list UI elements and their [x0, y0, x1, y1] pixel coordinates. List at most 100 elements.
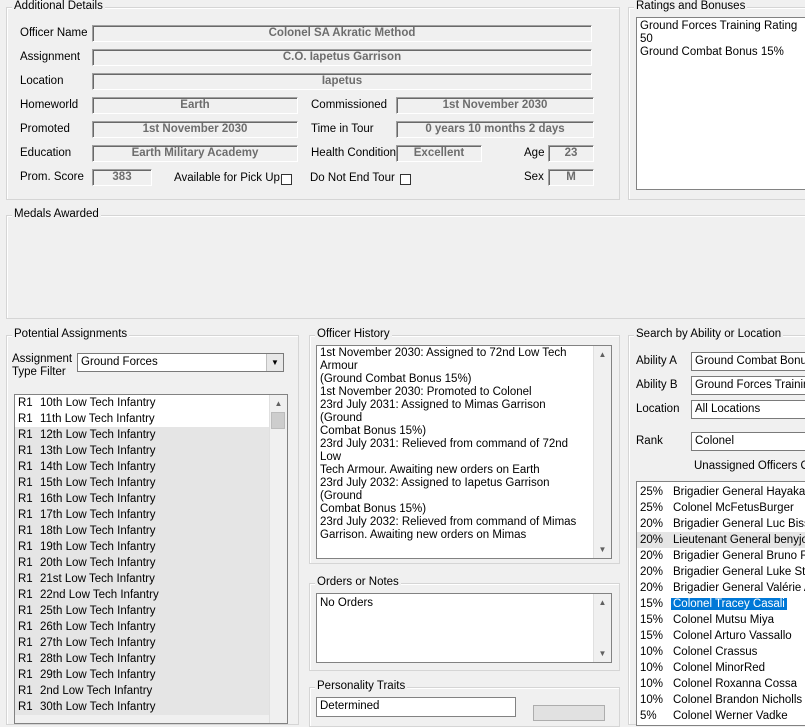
officer-name: Brigadier General Hayakawa [673, 486, 805, 498]
assignment-code: R1 [18, 669, 33, 681]
officer-name: Colonel Mutsu Miya [673, 614, 774, 626]
officer-ability-pct: 5% [640, 710, 657, 722]
age-field: 23 [548, 145, 594, 162]
officer-ability-pct: 20% [640, 566, 664, 578]
potential-assignments-list[interactable]: R1 10th Low Tech Infantry R1 11th Low Tech … [14, 394, 288, 724]
assignment-type-filter-select[interactable]: Ground Forces ▼ [77, 353, 284, 372]
medals-group: Medals Awarded [6, 208, 805, 319]
assignment-name: 27th Low Tech Infantry [40, 637, 156, 649]
additional-details-legend: Additional Details [12, 0, 105, 12]
officer-list-item[interactable]: 15% Colonel Mutsu Miya [637, 612, 805, 628]
assignment-name: 12th Low Tech Infantry [40, 429, 156, 441]
ratings-line: Ground Forces Training Rating 50 [640, 20, 798, 45]
officer-list-item[interactable]: 20% Brigadier General Luc Bisson [637, 516, 805, 532]
assignment-list-item[interactable]: R1 20th Low Tech Infantry [15, 555, 270, 571]
assignment-list-item[interactable]: R1 21st Low Tech Infantry [15, 571, 270, 587]
personality-trait: Determined [320, 700, 380, 712]
assignment-name: 29th Low Tech Infantry [40, 669, 156, 681]
prom-score-field: 383 [92, 169, 152, 186]
officer-history-legend: Officer History [315, 328, 392, 340]
officer-list-item[interactable]: 10% Colonel MinorRed [637, 660, 805, 676]
assignment-list-item[interactable]: R1 10th Low Tech Infantry [15, 395, 270, 411]
scroll-thumb[interactable] [271, 412, 285, 429]
assignment-list-item[interactable]: R1 18th Low Tech Infantry [15, 523, 270, 539]
assignment-list-item[interactable]: R1 12th Low Tech Infantry [15, 427, 270, 443]
personality-list[interactable]: Determined [316, 697, 516, 717]
assignment-list-item[interactable]: R1 25th Low Tech Infantry [15, 603, 270, 619]
ratings-textbox[interactable]: Ground Forces Training Rating 50 Ground … [636, 17, 805, 190]
age-label: Age [524, 147, 545, 159]
officer-list-item[interactable]: 20% Lieutenant General benyjon [637, 532, 805, 548]
assignment-list-item[interactable]: R1 2nd Low Tech Infantry [15, 683, 270, 699]
officer-name: Colonel Tracey Casali [671, 598, 787, 610]
assignment-list-item[interactable]: R1 22nd Low Tech Infantry [15, 587, 270, 603]
officer-name: Brigadier General Bruno Ro [673, 550, 805, 562]
officer-ability-pct: 10% [640, 646, 664, 658]
assignment-list-item[interactable]: R1 26th Low Tech Infantry [15, 619, 270, 635]
officer-list-item[interactable]: 20% Brigadier General Bruno Ro [637, 548, 805, 564]
assignment-list-item[interactable]: R1 13th Low Tech Infantry [15, 443, 270, 459]
officer-list-item[interactable]: 25% Colonel McFetusBurger [637, 500, 805, 516]
orders-scrollbar[interactable]: ▲ ▼ [593, 594, 611, 662]
officer-list-item[interactable]: 10% Colonel Crassus [637, 644, 805, 660]
not-end-tour-checkbox[interactable] [400, 174, 411, 185]
assignment-code: R1 [18, 477, 33, 489]
officer-name: Colonel Brandon Nicholls [673, 694, 803, 706]
scroll-up-arrow-icon[interactable]: ▲ [594, 346, 611, 363]
officer-name: Colonel McFetusBurger [673, 502, 794, 514]
officer-name: Lieutenant General benyjon [673, 534, 805, 546]
assignment-name: 13th Low Tech Infantry [40, 445, 156, 457]
officer-list-item[interactable]: 25% Brigadier General Hayakawa [637, 484, 805, 500]
assignment-list-item[interactable]: R1 14th Low Tech Infantry [15, 459, 270, 475]
assignment-list-item[interactable]: R1 28th Low Tech Infantry [15, 651, 270, 667]
assignment-list-item[interactable]: R1 11th Low Tech Infantry [15, 411, 270, 427]
officer-list-item[interactable]: 15% Colonel Arturo Vassallo [637, 628, 805, 644]
assignment-list-item[interactable]: R1 19th Low Tech Infantry [15, 539, 270, 555]
ability-a-label: Ability A [636, 355, 677, 367]
history-line: Combat Bonus 15%) [320, 425, 427, 437]
potential-assignments-scrollbar[interactable]: ▲ [269, 395, 287, 723]
scroll-down-arrow-icon[interactable]: ▼ [594, 645, 611, 662]
assignment-list-item[interactable]: R1 15th Low Tech Infantry [15, 475, 270, 491]
assignment-name: 22nd Low Tech Infantry [40, 589, 159, 601]
assignment-name: 2nd Low Tech Infantry [40, 685, 153, 697]
personality-button[interactable] [533, 705, 605, 721]
officer-list-item[interactable]: 15% Colonel Tracey Casali [637, 596, 805, 612]
search-location-value: All Locations [695, 403, 761, 415]
officer-list-item[interactable]: 20% Brigadier General Luke Step [637, 564, 805, 580]
assignment-name: 15th Low Tech Infantry [40, 477, 156, 489]
assignment-list-item[interactable]: R1 29th Low Tech Infantry [15, 667, 270, 683]
assignment-name: 20th Low Tech Infantry [40, 557, 156, 569]
officer-list-item[interactable]: 10% Colonel Brandon Nicholls [637, 692, 805, 708]
history-line: Combat Bonus 15%) [320, 503, 427, 515]
officer-history-textbox[interactable]: 1st November 2030: Assigned to 72nd Low … [316, 345, 612, 559]
ability-b-select[interactable]: Ground Forces Training [691, 376, 805, 395]
assignment-list-item[interactable]: R1 27th Low Tech Infantry [15, 635, 270, 651]
chevron-down-icon[interactable]: ▼ [266, 354, 283, 371]
rank-value: Colonel [695, 435, 734, 447]
officer-list-item[interactable]: 20% Brigadier General Valérie Au [637, 580, 805, 596]
history-line: 1st November 2030: Assigned to 72nd Low … [320, 347, 567, 372]
ability-a-value: Ground Combat Bonus [695, 355, 805, 367]
assignment-list-item[interactable]: R1 30th Low Tech Infantry [15, 699, 270, 715]
history-line: 23rd July 2032: Relieved from command of… [320, 516, 577, 528]
officer-ability-pct: 10% [640, 662, 664, 674]
ability-a-select[interactable]: Ground Combat Bonus [691, 352, 805, 371]
officer-search-list[interactable]: 25% Brigadier General Hayakawa 25% Colonel … [636, 481, 805, 726]
assignment-code: R1 [18, 685, 33, 697]
pickup-label: Available for Pick Up [174, 172, 280, 184]
history-line: 23rd July 2031: Assigned to Mimas Garris… [320, 399, 546, 424]
scroll-up-arrow-icon[interactable]: ▲ [270, 395, 287, 412]
search-location-select[interactable]: All Locations [691, 400, 805, 419]
assignment-list-item[interactable]: R1 16th Low Tech Infantry [15, 491, 270, 507]
scroll-down-arrow-icon[interactable]: ▼ [594, 541, 611, 558]
time-in-tour-label: Time in Tour [311, 123, 374, 135]
orders-textbox[interactable]: No Orders ▲ ▼ [316, 593, 612, 663]
assignment-list-item[interactable]: R1 17th Low Tech Infantry [15, 507, 270, 523]
pickup-checkbox[interactable] [281, 174, 292, 185]
officer-history-scrollbar[interactable]: ▲ ▼ [593, 346, 611, 558]
officer-list-item[interactable]: 10% Colonel Roxanna Cossa [637, 676, 805, 692]
officer-list-item[interactable]: 5% Colonel Werner Vadke [637, 708, 805, 724]
rank-select[interactable]: Colonel [691, 432, 805, 451]
scroll-up-arrow-icon[interactable]: ▲ [594, 594, 611, 611]
